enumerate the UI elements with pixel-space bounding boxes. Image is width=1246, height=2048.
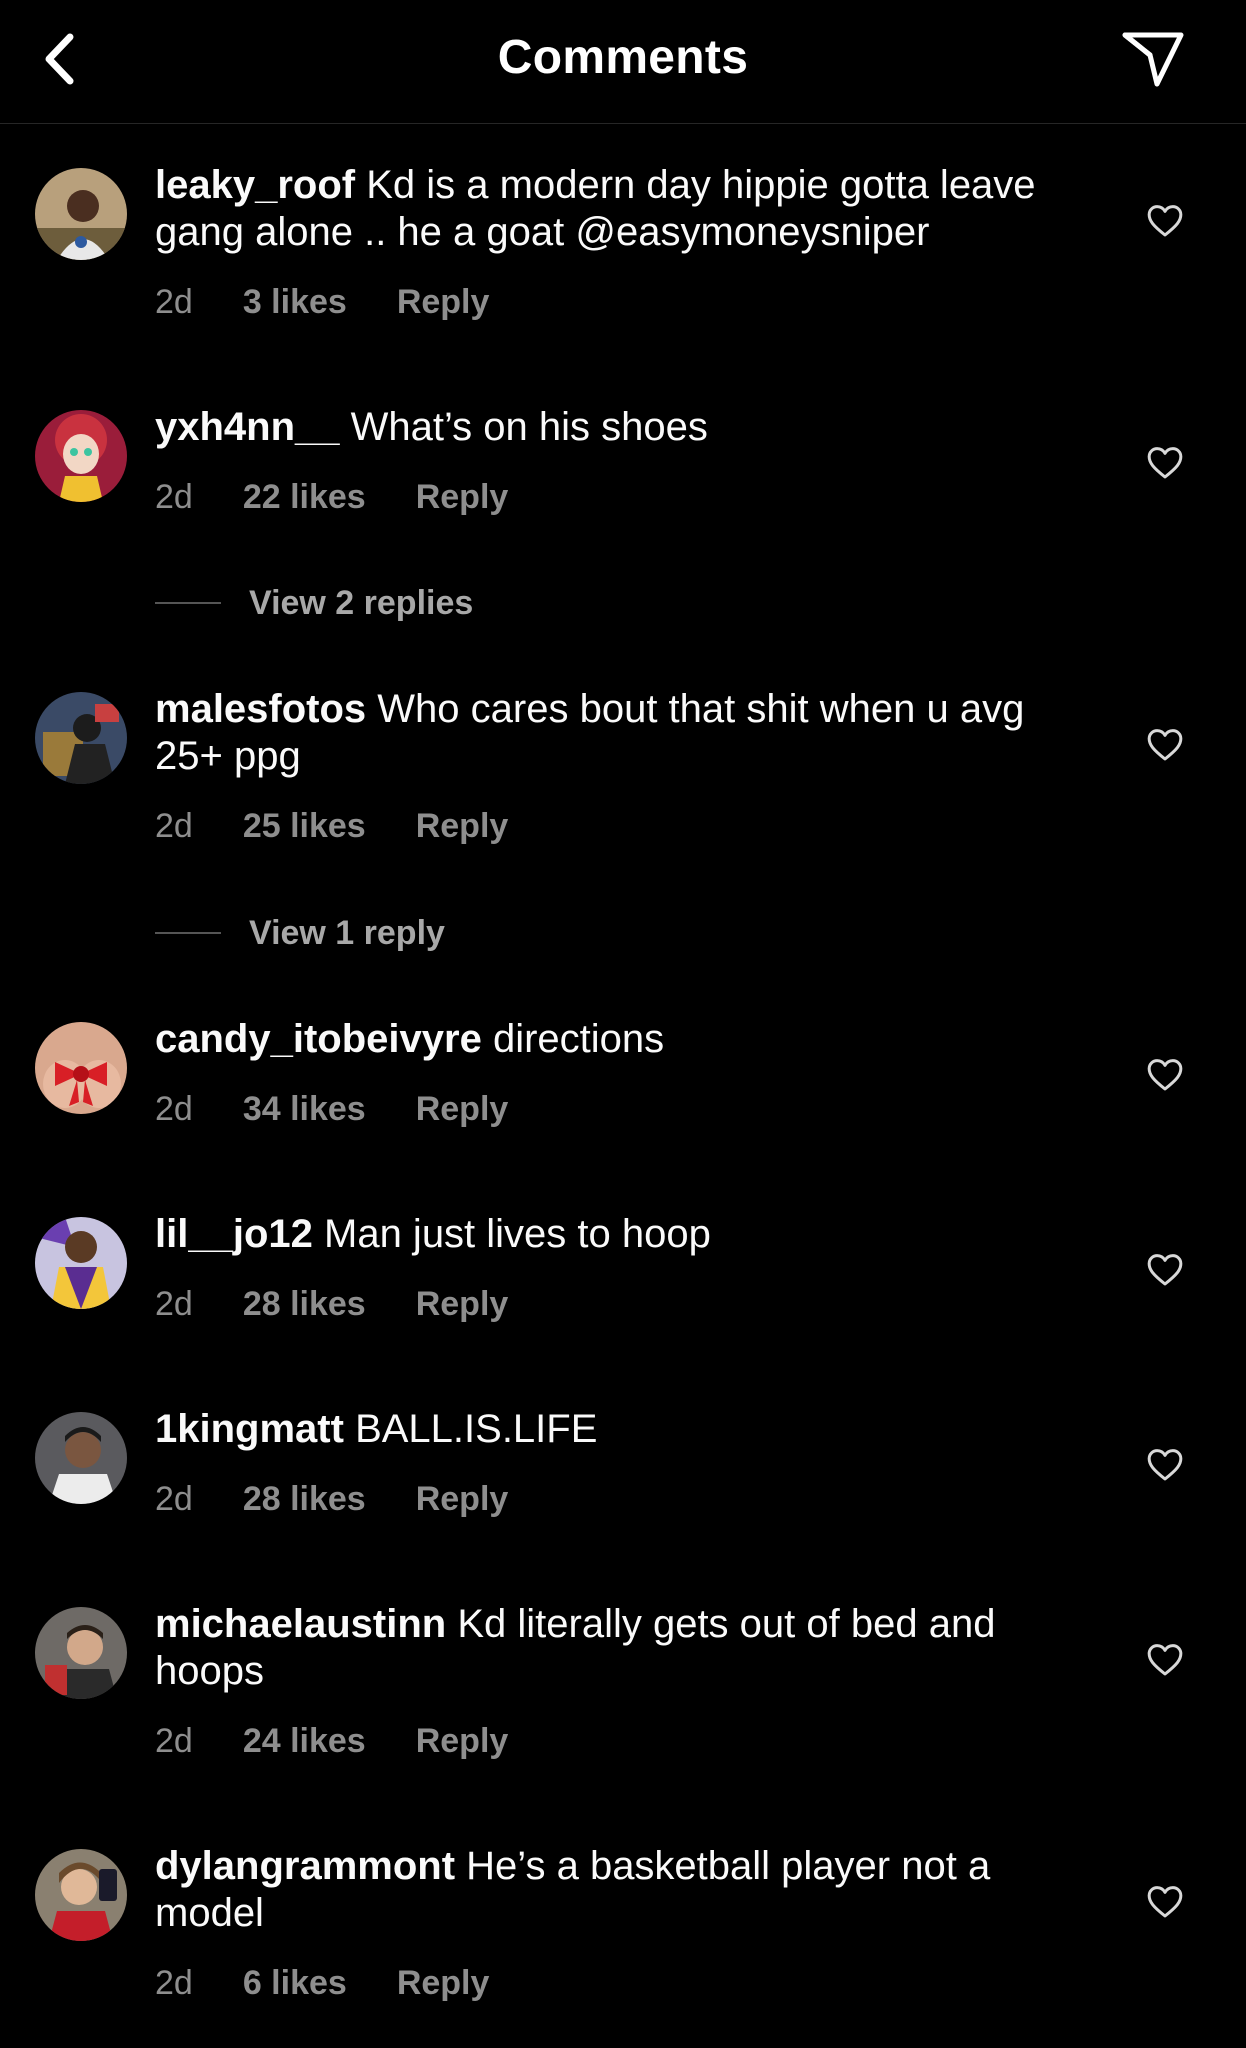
view-replies-button[interactable]: View 2 replies <box>155 581 473 625</box>
heart-icon[interactable] <box>1145 724 1185 764</box>
comment-meta: 2d 22 likes Reply <box>155 475 508 519</box>
comment-time: 2d <box>155 282 193 321</box>
comment-time: 2d <box>155 1963 193 2002</box>
avatar[interactable] <box>35 1022 127 1114</box>
divider <box>155 932 221 934</box>
comment-body: directions <box>492 1017 665 1061</box>
likes-count[interactable]: 22 likes <box>243 478 366 517</box>
comment-username[interactable]: yxh4nn__ <box>155 405 340 449</box>
view-replies-label: View 2 replies <box>249 583 474 622</box>
comment-meta: 2d 6 likes Reply <box>155 1961 489 2005</box>
comment-text: candy_itobeivyre directions <box>155 1016 1095 1063</box>
comment-meta: 2d 25 likes Reply <box>155 804 508 848</box>
comment-time: 2d <box>155 1479 193 1518</box>
reply-button[interactable]: Reply <box>416 807 509 846</box>
comment-username[interactable]: dylangrammont <box>155 1844 455 1888</box>
avatar[interactable] <box>35 692 127 784</box>
comment-text: leaky_roof Kd is a modern day hippie got… <box>155 162 1095 256</box>
view-replies-label: View 1 reply <box>249 913 445 952</box>
comment-time: 2d <box>155 806 193 845</box>
avatar[interactable] <box>35 1412 127 1504</box>
divider <box>155 602 221 604</box>
reply-button[interactable]: Reply <box>397 283 490 322</box>
comment-time: 2d <box>155 1721 193 1760</box>
comment-meta: 2d 34 likes Reply <box>155 1087 508 1131</box>
share-button[interactable] <box>1116 24 1190 94</box>
reply-button[interactable]: Reply <box>416 1090 509 1129</box>
comment-text: 1kingmatt BALL.IS.LIFE <box>155 1406 1095 1453</box>
comment-body: What’s on his shoes <box>350 405 708 449</box>
comment-meta: 2d 24 likes Reply <box>155 1719 508 1763</box>
comment-time: 2d <box>155 1089 193 1128</box>
comment-meta: 2d 3 likes Reply <box>155 280 489 324</box>
likes-count[interactable]: 24 likes <box>243 1722 366 1761</box>
likes-count[interactable]: 6 likes <box>243 1964 347 2003</box>
likes-count[interactable]: 3 likes <box>243 283 347 322</box>
comment-meta: 2d 28 likes Reply <box>155 1282 508 1326</box>
avatar[interactable] <box>35 410 127 502</box>
comment-text: dylangrammont He’s a basketball player n… <box>155 1843 1095 1937</box>
page-title: Comments <box>497 31 749 84</box>
heart-icon[interactable] <box>1145 1881 1185 1921</box>
avatar[interactable] <box>35 1607 127 1699</box>
heart-icon[interactable] <box>1145 1054 1185 1094</box>
heart-icon[interactable] <box>1145 1444 1185 1484</box>
comment-time: 2d <box>155 477 193 516</box>
reply-button[interactable]: Reply <box>416 1285 509 1324</box>
likes-count[interactable]: 25 likes <box>243 807 366 846</box>
comment-time: 2d <box>155 1284 193 1323</box>
likes-count[interactable]: 34 likes <box>243 1090 366 1129</box>
reply-button[interactable]: Reply <box>416 478 509 517</box>
comment-text: michaelaustinn Kd literally gets out of … <box>155 1601 1095 1695</box>
comment-text: lil__jo12 Man just lives to hoop <box>155 1211 1095 1258</box>
reply-button[interactable]: Reply <box>416 1722 509 1761</box>
paper-plane-icon <box>1122 32 1184 87</box>
avatar[interactable] <box>35 1217 127 1309</box>
heart-icon[interactable] <box>1145 1249 1185 1289</box>
comment-username[interactable]: leaky_roof <box>155 163 355 207</box>
comment-username[interactable]: lil__jo12 <box>155 1212 313 1256</box>
heart-icon[interactable] <box>1145 200 1185 240</box>
likes-count[interactable]: 28 likes <box>243 1480 366 1519</box>
comment-body: Man just lives to hoop <box>324 1212 711 1256</box>
comment-username[interactable]: michaelaustinn <box>155 1602 446 1646</box>
heart-icon[interactable] <box>1145 1639 1185 1679</box>
heart-icon[interactable] <box>1145 442 1185 482</box>
comment-text: yxh4nn__ What’s on his shoes <box>155 404 1095 451</box>
header: Comments <box>0 0 1246 124</box>
comment-username[interactable]: malesfotos <box>155 687 366 731</box>
reply-button[interactable]: Reply <box>416 1480 509 1519</box>
likes-count[interactable]: 28 likes <box>243 1285 366 1324</box>
comment-text: malesfotos Who cares bout that shit when… <box>155 686 1095 780</box>
view-replies-button[interactable]: View 1 reply <box>155 911 445 955</box>
avatar[interactable] <box>35 168 127 260</box>
comment-body: BALL.IS.LIFE <box>355 1407 598 1451</box>
avatar[interactable] <box>35 1849 127 1941</box>
comment-username[interactable]: candy_itobeivyre <box>155 1017 482 1061</box>
comment-username[interactable]: 1kingmatt <box>155 1407 344 1451</box>
reply-button[interactable]: Reply <box>397 1964 490 2003</box>
comment-meta: 2d 28 likes Reply <box>155 1477 508 1521</box>
